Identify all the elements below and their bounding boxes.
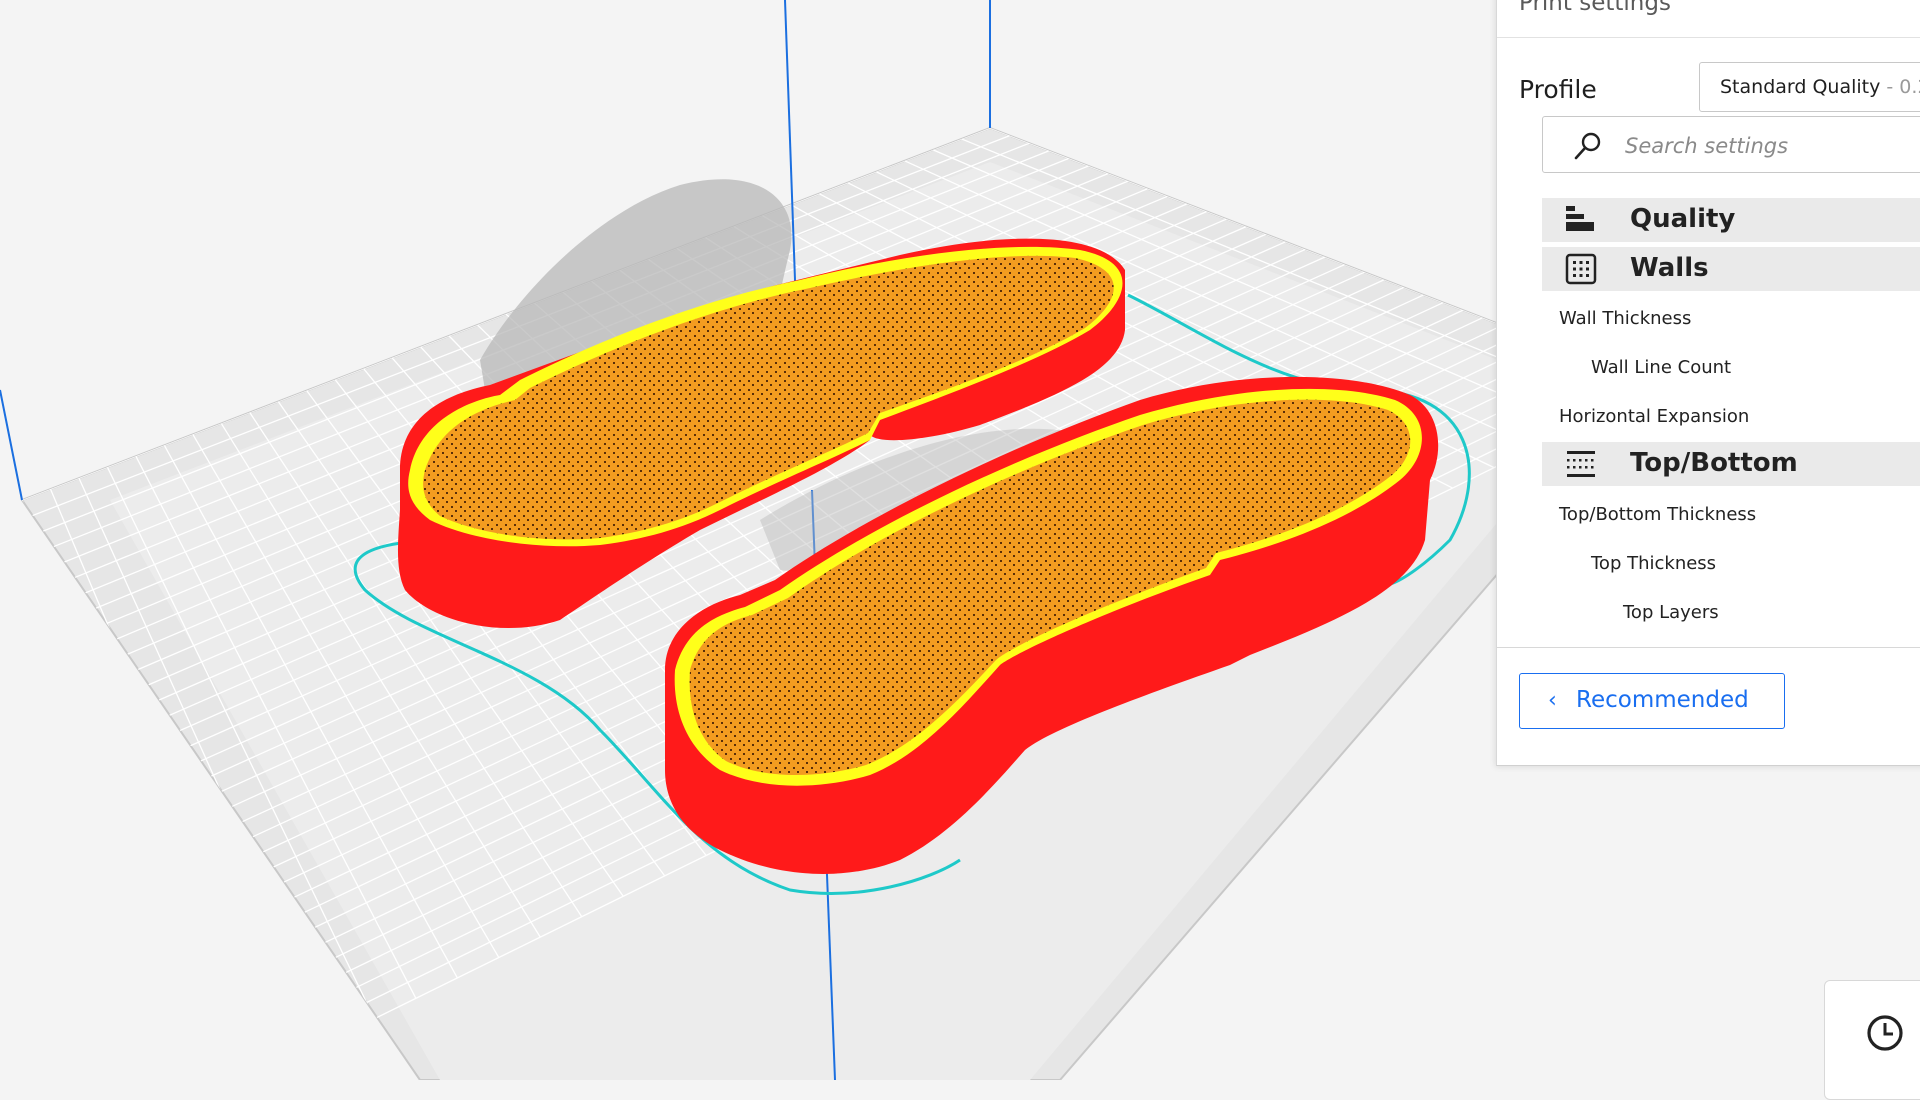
recommended-button[interactable]: ‹ Recommended: [1519, 673, 1785, 729]
setting-horizontal-expansion[interactable]: Horizontal Expansion: [1559, 406, 1749, 427]
chevron-left-icon: ‹: [1548, 688, 1557, 713]
print-settings-panel: Print settings Profile Standard Quality …: [1496, 0, 1920, 766]
divider: [1497, 647, 1920, 648]
profile-value: Standard Quality: [1720, 76, 1881, 98]
setting-top-layers[interactable]: Top Layers: [1623, 602, 1719, 623]
walls-grid-icon: [1565, 253, 1597, 285]
category-label: Quality: [1630, 204, 1736, 234]
search-settings-box[interactable]: [1542, 116, 1920, 173]
panel-title: Print settings: [1519, 0, 1671, 16]
clock-icon: [1867, 1015, 1903, 1051]
divider: [1497, 37, 1920, 38]
profile-dropdown[interactable]: Standard Quality - 0.2r: [1699, 62, 1920, 112]
profile-label: Profile: [1519, 75, 1597, 104]
print-time-card[interactable]: [1824, 980, 1920, 1100]
category-top-bottom[interactable]: Top/Bottom: [1542, 442, 1920, 486]
profile-value-suffix: - 0.2r: [1886, 76, 1920, 98]
category-quality[interactable]: Quality: [1542, 198, 1920, 242]
category-label: Top/Bottom: [1630, 448, 1798, 478]
recommended-button-label: Recommended: [1576, 687, 1749, 713]
quality-bars-icon: [1566, 206, 1594, 231]
setting-top-thickness[interactable]: Top Thickness: [1591, 553, 1716, 574]
category-label: Walls: [1630, 253, 1709, 283]
setting-wall-line-count[interactable]: Wall Line Count: [1591, 357, 1731, 378]
top-bottom-icon: [1567, 451, 1595, 477]
category-walls[interactable]: Walls: [1542, 247, 1920, 291]
setting-top-bottom-thickness[interactable]: Top/Bottom Thickness: [1559, 504, 1756, 525]
search-icon: [1574, 132, 1601, 160]
search-input[interactable]: [1623, 125, 1920, 167]
setting-wall-thickness[interactable]: Wall Thickness: [1559, 308, 1691, 329]
